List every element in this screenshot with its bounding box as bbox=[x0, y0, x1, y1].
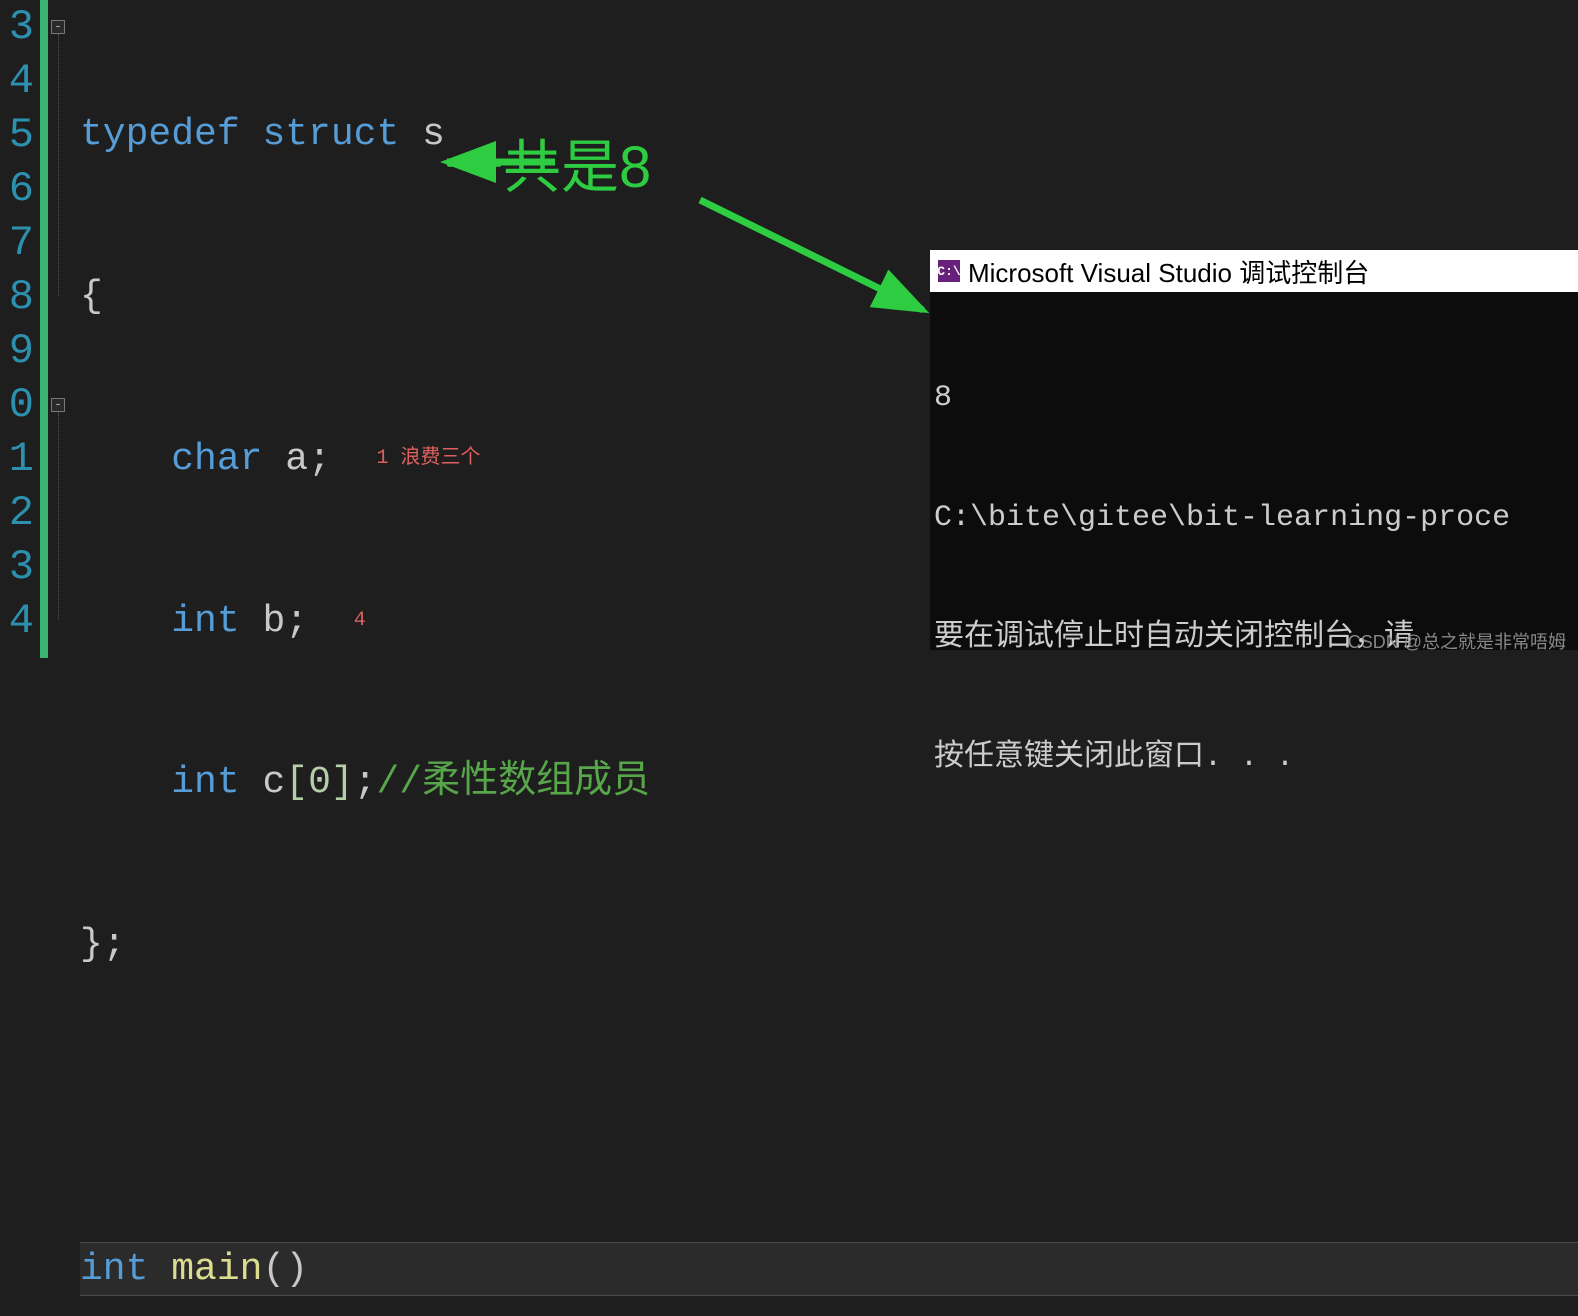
line-number: 6 bbox=[0, 162, 34, 216]
line-number: 7 bbox=[0, 216, 34, 270]
console-titlebar[interactable]: C:\ Microsoft Visual Studio 调试控制台 bbox=[930, 250, 1578, 292]
line-number-gutter: 3 4 5 6 7 8 9 0 1 2 3 4 bbox=[0, 0, 40, 658]
code-line-highlighted: int main() bbox=[80, 1242, 1578, 1296]
console-line: 8 bbox=[934, 378, 1574, 418]
console-title-text: Microsoft Visual Studio 调试控制台 bbox=[968, 253, 1369, 290]
code-line bbox=[80, 1080, 1578, 1134]
debug-console-window[interactable]: C:\ Microsoft Visual Studio 调试控制台 8 C:\b… bbox=[930, 250, 1578, 650]
line-number: 8 bbox=[0, 270, 34, 324]
fold-toggle-icon[interactable]: - bbox=[51, 398, 65, 412]
line-number: 5 bbox=[0, 108, 34, 162]
line-number: 2 bbox=[0, 486, 34, 540]
line-number: 4 bbox=[0, 594, 34, 648]
annotation-callout: 一共是8 bbox=[445, 120, 651, 204]
code-line: }; bbox=[80, 918, 1578, 972]
line-number: 9 bbox=[0, 324, 34, 378]
console-line: 按任意键关闭此窗口. . . bbox=[934, 738, 1574, 778]
watermark: CSDN @总之就是非常唔姆 bbox=[1348, 628, 1566, 654]
inline-annotation: 4 bbox=[354, 609, 366, 632]
line-number: 3 bbox=[0, 540, 34, 594]
inline-annotation: 1 浪费三个 bbox=[376, 447, 480, 470]
line-number: 4 bbox=[0, 54, 34, 108]
line-number: 1 bbox=[0, 432, 34, 486]
console-line: C:\bite\gitee\bit-learning-proce bbox=[934, 498, 1574, 538]
line-number: 0 bbox=[0, 378, 34, 432]
change-indicator bbox=[40, 0, 48, 658]
line-number: 3 bbox=[0, 0, 34, 54]
fold-toggle-icon[interactable]: - bbox=[51, 20, 65, 34]
code-line: typedef struct s bbox=[80, 108, 1578, 162]
console-output[interactable]: 8 C:\bite\gitee\bit-learning-proce 要在调试停… bbox=[930, 292, 1578, 864]
vs-icon: C:\ bbox=[938, 260, 960, 282]
fold-gutter: - - bbox=[40, 0, 72, 658]
